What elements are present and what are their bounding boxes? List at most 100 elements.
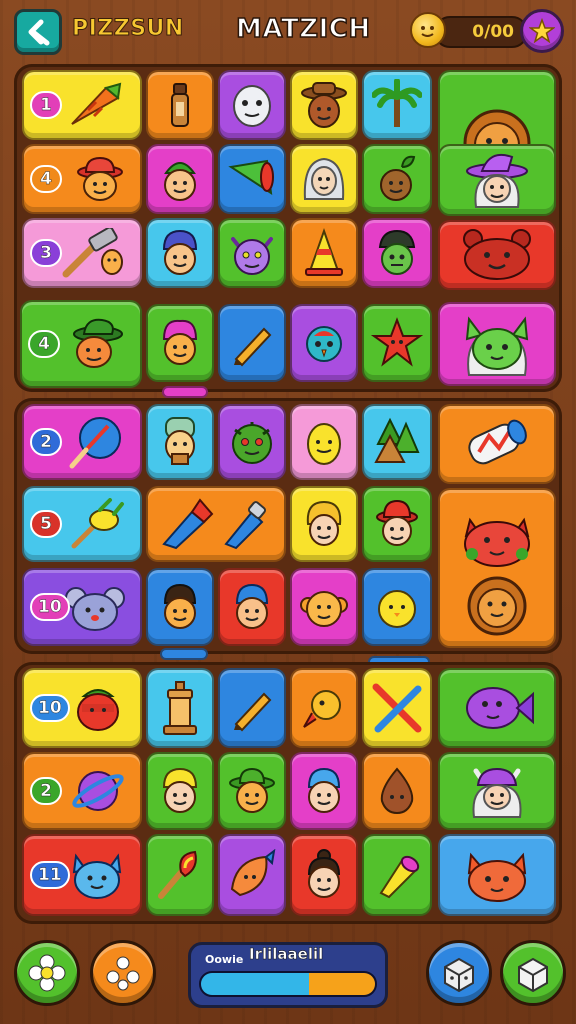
hat-face-icon <box>73 318 123 368</box>
rocket-icon <box>162 498 266 550</box>
cap-face-icon <box>235 583 269 629</box>
tile-hammer[interactable]: 3 <box>22 218 142 288</box>
tile-carrot[interactable]: 1 <box>22 70 142 140</box>
tile-knight-face[interactable] <box>146 404 214 480</box>
tile-torch[interactable] <box>146 834 214 916</box>
tile-cat-face[interactable] <box>438 302 556 386</box>
bird-icon <box>303 690 341 728</box>
board-section-1: 1 4 3 4 <box>14 64 562 392</box>
tile-beanie-face[interactable] <box>290 752 358 830</box>
tile-pig-face[interactable] <box>438 488 556 648</box>
tile-witch-face[interactable] <box>438 144 556 216</box>
tile-bun-face[interactable] <box>290 834 358 916</box>
crate-icon <box>518 957 548 993</box>
star-button[interactable] <box>520 9 564 53</box>
tile-pine-tree[interactable] <box>362 404 432 480</box>
monster-face-icon <box>231 237 273 275</box>
tile-egg-face[interactable] <box>290 404 358 480</box>
tile-hat-face-2[interactable]: 4 <box>20 300 142 388</box>
tile-cat-face-2[interactable]: 11 <box>22 834 142 916</box>
tile-bird-3[interactable] <box>290 668 358 748</box>
ranger-face-icon <box>229 767 275 813</box>
tile-elf-face[interactable] <box>146 144 214 214</box>
tile-planet[interactable]: 2 <box>22 752 142 830</box>
knight-face-icon <box>165 417 195 465</box>
dots-icon <box>106 956 140 991</box>
tile-kid-face[interactable] <box>146 568 214 646</box>
count-badge: 2 <box>30 777 62 805</box>
tile-old-woman[interactable] <box>290 144 358 214</box>
chick-face-icon <box>378 590 416 628</box>
tile-girl-face[interactable] <box>146 304 214 382</box>
tile-bird[interactable] <box>290 304 358 382</box>
tile-monster-face[interactable] <box>218 218 286 288</box>
tile-traffic-cone[interactable] <box>290 218 358 288</box>
tile-drum[interactable] <box>438 404 556 484</box>
tile-palm-tree[interactable] <box>362 70 432 140</box>
tile-viking-face[interactable] <box>438 752 556 830</box>
tile-rocket-pair[interactable] <box>146 486 286 562</box>
tile-ranger-face[interactable] <box>218 752 286 830</box>
tile-monkey-face[interactable] <box>290 568 358 646</box>
tile-crossed-pencils[interactable] <box>362 668 432 748</box>
helmet-face-icon <box>162 767 198 813</box>
tile-pencil[interactable] <box>218 304 286 382</box>
girl-face-icon <box>162 319 198 365</box>
tile-turtle-face[interactable] <box>218 404 286 480</box>
crate-button[interactable] <box>500 940 566 1006</box>
progress-fill-blue <box>201 973 309 995</box>
tile-horn[interactable] <box>362 834 432 916</box>
shuffle-button[interactable] <box>90 940 156 1006</box>
tile-lollipop[interactable]: 2 <box>22 404 142 480</box>
tile-bird-2[interactable]: 5 <box>22 486 142 562</box>
lollipop-icon <box>69 417 121 469</box>
tile-starfish[interactable] <box>362 304 432 382</box>
back-arrow-icon <box>28 19 50 46</box>
tile-fox-face[interactable] <box>438 834 556 916</box>
tile-plant-face[interactable] <box>362 144 432 214</box>
cowboy-face-icon <box>301 82 347 128</box>
cat-face-icon <box>72 853 122 899</box>
tile-mouse-face[interactable]: 10 <box>22 568 142 646</box>
tile-hat-face[interactable]: 4 <box>22 144 142 214</box>
tile-fish-face[interactable] <box>438 668 556 748</box>
boy-face-icon <box>162 229 198 275</box>
tile-strawberry[interactable]: 10 <box>22 668 142 748</box>
turtle-face-icon <box>232 422 272 464</box>
box-button[interactable] <box>426 940 492 1006</box>
drum-icon <box>468 419 527 465</box>
tile-cap-face[interactable] <box>218 568 286 646</box>
fish-icon <box>230 849 276 897</box>
tile-firefighter-face[interactable] <box>362 486 432 562</box>
level-title: MATZICH <box>235 13 371 45</box>
cat-face-icon <box>465 316 529 376</box>
tile-lantern[interactable] <box>146 668 214 748</box>
tile-ghost-face[interactable] <box>218 70 286 140</box>
tile-blond-face[interactable] <box>290 486 358 562</box>
tile-pencil-2[interactable] <box>218 668 286 748</box>
back-button[interactable] <box>14 9 62 55</box>
pig-face-icon <box>464 517 530 636</box>
tile-cone[interactable] <box>218 144 286 214</box>
bird-icon <box>71 498 124 549</box>
tile-helmet-face[interactable] <box>146 752 214 830</box>
count-badge: 4 <box>30 165 62 193</box>
tile-bottle[interactable] <box>146 70 214 140</box>
bottle-icon <box>171 83 189 127</box>
tile-zombie-face[interactable] <box>362 218 432 288</box>
tile-chick-face[interactable] <box>362 568 432 646</box>
acorn-face-icon <box>380 767 414 815</box>
flower-button[interactable] <box>14 940 80 1006</box>
bird-icon <box>306 326 342 362</box>
ghost-face-icon <box>233 85 271 127</box>
count-badge: 11 <box>30 861 70 889</box>
tile-acorn-face[interactable] <box>362 752 432 830</box>
top-bar: PIZZSUN MATZICH 0/00 <box>0 0 576 62</box>
tile-boy-face[interactable] <box>146 218 214 288</box>
kid-face-icon <box>163 583 197 629</box>
pencil-icon <box>234 692 272 732</box>
tile-bear-face[interactable] <box>438 220 556 290</box>
tile-fish[interactable] <box>218 834 286 916</box>
tile-cowboy-face[interactable] <box>290 70 358 140</box>
progress-label: Oowie <box>205 953 244 966</box>
